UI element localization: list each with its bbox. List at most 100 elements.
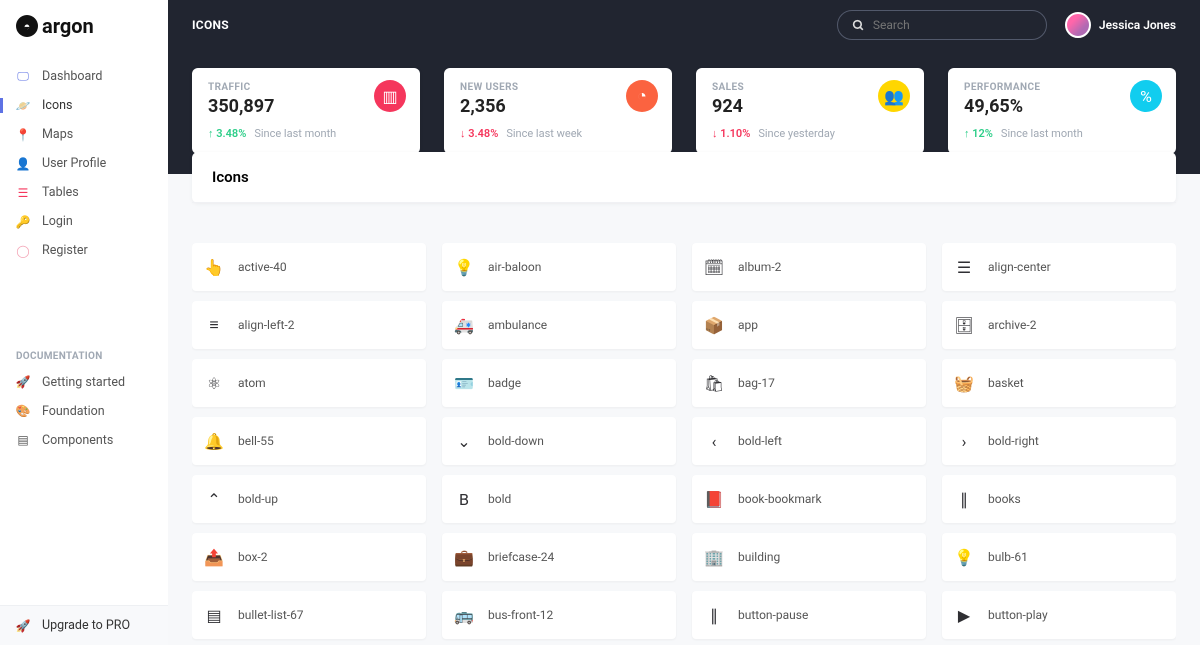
percent-icon: % xyxy=(1130,80,1162,112)
pin-icon: 📍 xyxy=(16,128,30,142)
icon-tile-label: align-left-2 xyxy=(238,318,294,332)
bold-up-icon: ⌃ xyxy=(206,491,222,507)
icon-tile-active-40[interactable]: 👆active-40 xyxy=(192,243,426,291)
icon-tile-bold-right[interactable]: › bold-right xyxy=(942,417,1176,465)
stat-foot: ↓ 3.48%Since last week xyxy=(460,127,656,140)
icon-tile-bold[interactable]: Bbold xyxy=(442,475,676,523)
basket-icon: 🧺 xyxy=(956,375,972,391)
stat-delta: ↓ 3.48% xyxy=(460,127,498,140)
stat-foot: ↓ 1.10%Since yesterday xyxy=(712,127,908,140)
brand-text: argon xyxy=(42,14,94,38)
icon-tile-bulb-61[interactable]: 💡bulb-61 xyxy=(942,533,1176,581)
sidebar-item-icons[interactable]: 🪐Icons xyxy=(0,91,168,120)
icon-tile-bus-front-12[interactable]: 🚌bus-front-12 xyxy=(442,591,676,639)
doc-nav: DOCUMENTATION🚀Getting started🎨Foundation… xyxy=(0,331,168,606)
icon-tile-label: bold-right xyxy=(988,434,1039,448)
stat-delta: ↑ 3.48% xyxy=(208,127,246,140)
bold-left-icon: ‹ xyxy=(706,433,722,449)
icon-tile-label: button-play xyxy=(988,608,1048,622)
icon-tile-building[interactable]: 🏢building xyxy=(692,533,926,581)
icon-tile-bold-left[interactable]: ‹bold-left xyxy=(692,417,926,465)
user-menu[interactable]: Jessica Jones xyxy=(1065,12,1176,38)
icon-tile-label: badge xyxy=(488,376,521,390)
icon-tile-book-bookmark[interactable]: 📕book-bookmark xyxy=(692,475,926,523)
icon-tile-bag-17[interactable]: 🛍bag-17 xyxy=(692,359,926,407)
planet-icon: 🪐 xyxy=(16,99,30,113)
icon-tile-align-center[interactable]: ☰align-center xyxy=(942,243,1176,291)
sidebar-item-login[interactable]: 🔑Login xyxy=(0,207,168,236)
icon-tile-books[interactable]: ∥ books xyxy=(942,475,1176,523)
icon-tile-bold-down[interactable]: ⌄bold-down xyxy=(442,417,676,465)
icon-tile-label: align-center xyxy=(988,260,1051,274)
primary-nav: 🖵Dashboard🪐Icons 📍 Maps 👤User Profile☰Table… xyxy=(0,56,168,331)
icon-tile-briefcase-24[interactable]: 💼briefcase-24 xyxy=(442,533,676,581)
icon-tile-label: ambulance xyxy=(488,318,547,332)
stat-since: Since yesterday xyxy=(758,127,835,140)
search-box[interactable] xyxy=(837,10,1047,40)
palette-icon: 🎨 xyxy=(16,404,30,418)
badge-icon: 🪪 xyxy=(456,375,472,391)
icon-tile-badge[interactable]: 🪪 badge xyxy=(442,359,676,407)
icon-tile-app[interactable]: 📦app xyxy=(692,301,926,349)
button-play-icon: ▶ xyxy=(956,607,972,623)
box-2-icon: 📤 xyxy=(206,549,222,565)
icon-tile-label: app xyxy=(738,318,758,332)
icon-tile-box-2[interactable]: 📤box-2 xyxy=(192,533,426,581)
sidebar-item-maps[interactable]: 📍 Maps xyxy=(0,120,168,149)
stat-delta: ↑ 12% xyxy=(964,127,993,140)
icon-tile-button-play[interactable]: ▶ button-play xyxy=(942,591,1176,639)
chart-bar-icon: ▥ xyxy=(374,80,406,112)
icon-tile-button-pause[interactable]: ∥ button-pause xyxy=(692,591,926,639)
icon-tile-atom[interactable]: ⚛atom xyxy=(192,359,426,407)
nav-label: Maps xyxy=(42,127,73,142)
icon-tile-align-left-2[interactable]: ≡ align-left-2 xyxy=(192,301,426,349)
icon-tile-label: bus-front-12 xyxy=(488,608,553,622)
upgrade-link[interactable]: 🚀 Upgrade to PRO xyxy=(0,605,168,645)
icon-grid: 👆active-40💡air-baloon🗓album-2☰align-cent… xyxy=(192,243,1176,639)
button-pause-icon: ∥ xyxy=(706,607,722,623)
bulb-61-icon: 💡 xyxy=(956,549,972,565)
bold-right-icon: › xyxy=(956,433,972,449)
doc-item-components[interactable]: ▤Components xyxy=(0,426,168,455)
archive-2-icon: 🗄 xyxy=(956,317,972,333)
icon-tile-archive-2[interactable]: 🗄archive-2 xyxy=(942,301,1176,349)
icon-tile-basket[interactable]: 🧺basket xyxy=(942,359,1176,407)
icon-tile-bullet-list-67[interactable]: ▤bullet-list-67 xyxy=(192,591,426,639)
sidebar-item-tables[interactable]: ☰Tables xyxy=(0,178,168,207)
align-left-2-icon: ≡ xyxy=(206,317,222,333)
icon-grid-wrap: 👆active-40💡air-baloon🗓album-2☰align-cent… xyxy=(192,225,1176,645)
bold-down-icon: ⌄ xyxy=(456,433,472,449)
users-icon: 👥 xyxy=(878,80,910,112)
nav-label: Register xyxy=(42,243,88,258)
doc-item-foundation[interactable]: 🎨Foundation xyxy=(0,397,168,426)
brand-logo[interactable]: ◓ argon xyxy=(0,0,168,56)
icon-tile-album-2[interactable]: 🗓 album-2 xyxy=(692,243,926,291)
pie-icon: ◔ xyxy=(626,80,658,112)
icon-tile-label: bold xyxy=(488,492,511,506)
icon-tile-label: active-40 xyxy=(238,260,287,274)
icon-tile-label: album-2 xyxy=(738,260,781,274)
icon-tile-label: bell-55 xyxy=(238,434,274,448)
sidebar-item-register[interactable]: ◯ Register xyxy=(0,236,168,265)
sidebar-item-user-profile[interactable]: 👤User Profile xyxy=(0,149,168,178)
doc-label: Components xyxy=(42,433,113,448)
nav-label: Login xyxy=(42,214,73,229)
rocket-icon: 🚀 xyxy=(16,619,30,633)
icon-tile-label: atom xyxy=(238,376,266,390)
circle-icon: ◯ xyxy=(16,244,30,258)
icon-tile-label: air-baloon xyxy=(488,260,541,274)
stat-card-performance: PERFORMANCE49,65%%↑ 12%Since last month xyxy=(948,68,1176,154)
icon-tile-label: building xyxy=(738,550,780,564)
icon-tile-label: button-pause xyxy=(738,608,808,622)
album-2-icon: 🗓 xyxy=(706,259,722,275)
icon-tile-bold-up[interactable]: ⌃bold-up xyxy=(192,475,426,523)
doc-item-getting-started[interactable]: 🚀Getting started xyxy=(0,368,168,397)
sidebar-item-dashboard[interactable]: 🖵Dashboard xyxy=(0,62,168,91)
books-icon: ∥ xyxy=(956,491,972,507)
icon-tile-label: books xyxy=(988,492,1021,506)
icon-tile-bell-55[interactable]: 🔔bell-55 xyxy=(192,417,426,465)
stat-card-sales: SALES924👥↓ 1.10%Since yesterday xyxy=(696,68,924,154)
icon-tile-ambulance[interactable]: 🚑ambulance xyxy=(442,301,676,349)
search-input[interactable] xyxy=(873,18,1032,32)
icon-tile-air-baloon[interactable]: 💡air-baloon xyxy=(442,243,676,291)
